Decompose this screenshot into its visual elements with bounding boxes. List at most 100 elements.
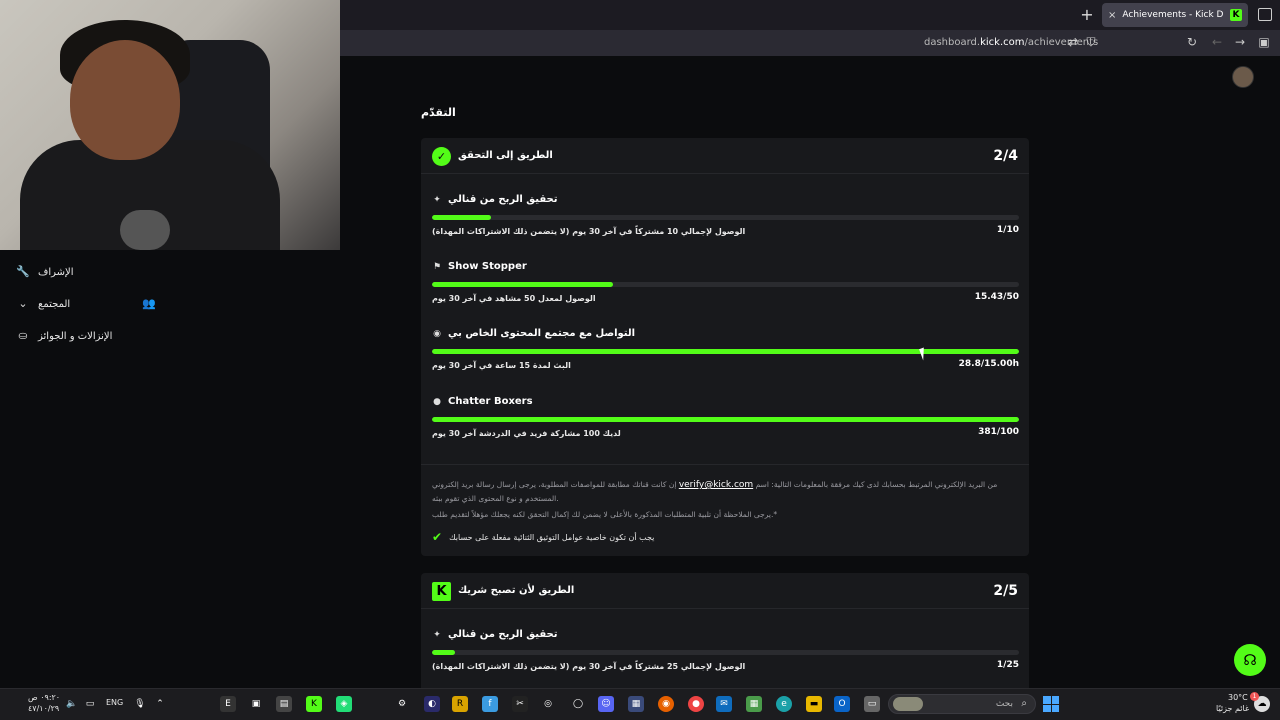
- explorer-icon[interactable]: ▬: [806, 696, 822, 712]
- weather-desc[interactable]: غائم جزئيًا: [1216, 704, 1249, 713]
- sidebar-item-label: المجتمع: [38, 298, 71, 310]
- requirement-text: يجب أن تكون خاصية عوامل التوثيق الثنائية…: [449, 532, 655, 542]
- search-highlight-image: [893, 697, 923, 711]
- progress-fill: [432, 215, 491, 220]
- streaming-app-icon[interactable]: ◈: [336, 696, 352, 712]
- url-domain: kick.com: [980, 37, 1025, 48]
- mail-icon[interactable]: ✉: [716, 696, 732, 712]
- task-label: Show Stopper: [448, 261, 527, 272]
- task-label: Chatter Boxers: [448, 396, 533, 407]
- two-factor-requirement: ✔ يجب أن تكون خاصية عوامل التوثيق الثنائ…: [432, 530, 654, 544]
- clock-time[interactable]: ٠٩:٢٠ ص: [28, 693, 60, 702]
- forward-icon[interactable]: →: [1233, 35, 1247, 49]
- task-value: 381/100: [978, 427, 1019, 437]
- wrench-icon: 🔧: [16, 265, 30, 278]
- close-tab-icon[interactable]: ×: [1108, 10, 1116, 21]
- card-title: الطريق لأن تصبح شريك: [458, 585, 575, 596]
- language-indicator[interactable]: ENG: [106, 698, 123, 707]
- shield-icon[interactable]: ⛉: [1084, 35, 1098, 49]
- verification-card: ✓ الطريق إلى التحقق 2/4 ✦ تحقيق الربح من …: [421, 138, 1029, 556]
- spotlight-icon[interactable]: ◯: [570, 696, 586, 712]
- divider: [421, 464, 1029, 465]
- webcam-overlay: [0, 0, 340, 250]
- task-value: 28.8/15.00h: [958, 359, 1019, 369]
- outlook-icon[interactable]: O: [834, 696, 850, 712]
- task-name: ✦ تحقيق الربح من قنالي: [432, 194, 557, 205]
- sidebar-item-drops-rewards[interactable]: ⛀ الإنزالات و الجوائز: [16, 327, 112, 345]
- reload-icon[interactable]: ↻: [1185, 35, 1199, 49]
- task-description: الوصول لإجمالي 25 مشتركاً في آخر 30 يوم …: [432, 662, 746, 671]
- steam-icon[interactable]: ◎: [540, 696, 556, 712]
- progress-fill: [432, 282, 614, 287]
- epic-games-icon[interactable]: E: [220, 696, 236, 712]
- kick-logo-icon: K: [432, 582, 451, 601]
- clock-date[interactable]: ٤٧/١٠/٢٩: [28, 704, 59, 713]
- verification-note: يرجى الملاحظة أن تلبية المتطلبات المذكور…: [432, 510, 778, 519]
- task-value: 15.43/50: [974, 292, 1019, 302]
- window-icon[interactable]: ▭: [864, 696, 880, 712]
- raid-icon[interactable]: R: [452, 696, 468, 712]
- chat-bubble-icon: ●: [433, 396, 441, 407]
- back-icon[interactable]: ←: [1210, 35, 1224, 49]
- sparkle-icon: ✦: [433, 194, 441, 205]
- sidebar-item-label: الإشراف: [38, 266, 74, 278]
- weather-temp[interactable]: 30°C: [1228, 693, 1248, 702]
- info-text-pre: إن كانت قناتك مطابقة للمواصفات المطلوبة،…: [432, 480, 677, 489]
- search-icon: ⌕: [1021, 698, 1027, 709]
- people-icon: 👥: [142, 297, 156, 310]
- settings-icon[interactable]: ⚙: [394, 696, 410, 712]
- verification-info: إن كانت قناتك مطابقة للمواصفات المطلوبة،…: [432, 478, 1019, 505]
- progress-fill: [432, 417, 1019, 422]
- notification-badge: 1: [1250, 692, 1259, 701]
- mic-icon[interactable]: 🎙: [132, 696, 148, 712]
- sidebar-item-moderation[interactable]: 🔧 الإشراف: [16, 263, 74, 281]
- card-header: K الطريق لأن تصبح شريك 2/5: [421, 573, 1029, 609]
- edge-icon[interactable]: e: [776, 696, 792, 712]
- screen: + × Achievements - Kick Dashboard K dash…: [0, 0, 1280, 720]
- task-name: ⚑ Show Stopper: [432, 261, 527, 272]
- microphone: [120, 210, 170, 250]
- speaker-icon[interactable]: 🔈: [64, 696, 80, 712]
- manager-icon[interactable]: ▦: [628, 696, 644, 712]
- page-title: التقدّم: [421, 106, 456, 119]
- capcut-icon[interactable]: ✂: [512, 696, 528, 712]
- task-value: 1/10: [996, 225, 1019, 235]
- firefox-icon[interactable]: ◉: [658, 696, 674, 712]
- tab-title: Achievements - Kick Dashboard: [1122, 10, 1224, 20]
- taskbar-search[interactable]: بحث ⌕: [888, 694, 1036, 714]
- chevron-up-icon[interactable]: ⌃: [152, 696, 168, 712]
- sidebar-item-community[interactable]: ⌄ المجتمع: [16, 295, 70, 313]
- chrome-icon[interactable]: ●: [688, 696, 704, 712]
- kick-app-icon[interactable]: K: [306, 696, 322, 712]
- task-label: التواصل مع مجتمع المحتوى الخاص بي: [448, 328, 636, 339]
- verify-email-link[interactable]: verify@kick.com: [679, 480, 753, 490]
- card-progress: 2/4: [993, 148, 1018, 164]
- display-icon[interactable]: ▤: [276, 696, 292, 712]
- monitor-icon[interactable]: ▭: [82, 696, 98, 712]
- vpn-icon[interactable]: ◐: [424, 696, 440, 712]
- task-description: الوصول لإجمالي 10 مشتركاً في آخر 30 يوم …: [432, 227, 746, 236]
- terminal-icon[interactable]: ▣: [248, 696, 264, 712]
- help-support-button[interactable]: ☊: [1234, 644, 1266, 676]
- progress-fill: [432, 650, 456, 655]
- task-name: ✦ تحقيق الربح من قنالي: [432, 629, 557, 640]
- empty-slot-icon[interactable]: [366, 696, 382, 712]
- url-host: dashboard.: [924, 37, 981, 48]
- list-all-tabs-icon[interactable]: [1258, 8, 1272, 21]
- sidebar-item-label: الإنزالات و الجوائز: [38, 330, 113, 342]
- new-tab-button[interactable]: +: [1078, 6, 1096, 24]
- files-icon[interactable]: f: [482, 696, 498, 712]
- windows-start-icon[interactable]: [1043, 696, 1059, 712]
- store-icon[interactable]: ▦: [746, 696, 762, 712]
- sidebar-toggle-icon[interactable]: ▣: [1257, 35, 1271, 49]
- discord-icon[interactable]: ☺: [598, 696, 614, 712]
- progress-track: [432, 215, 1019, 220]
- user-avatar[interactable]: [1232, 66, 1254, 88]
- task-value: 1/25: [996, 660, 1019, 670]
- task-name: ◉ التواصل مع مجتمع المحتوى الخاص بي: [432, 328, 635, 339]
- check-icon: ✔: [432, 530, 443, 544]
- browser-tab-achievements[interactable]: × Achievements - Kick Dashboard K: [1102, 3, 1248, 27]
- translate-icon[interactable]: ⇄: [1066, 35, 1080, 49]
- progress-fill: [432, 349, 1019, 354]
- progress-track: [432, 417, 1019, 422]
